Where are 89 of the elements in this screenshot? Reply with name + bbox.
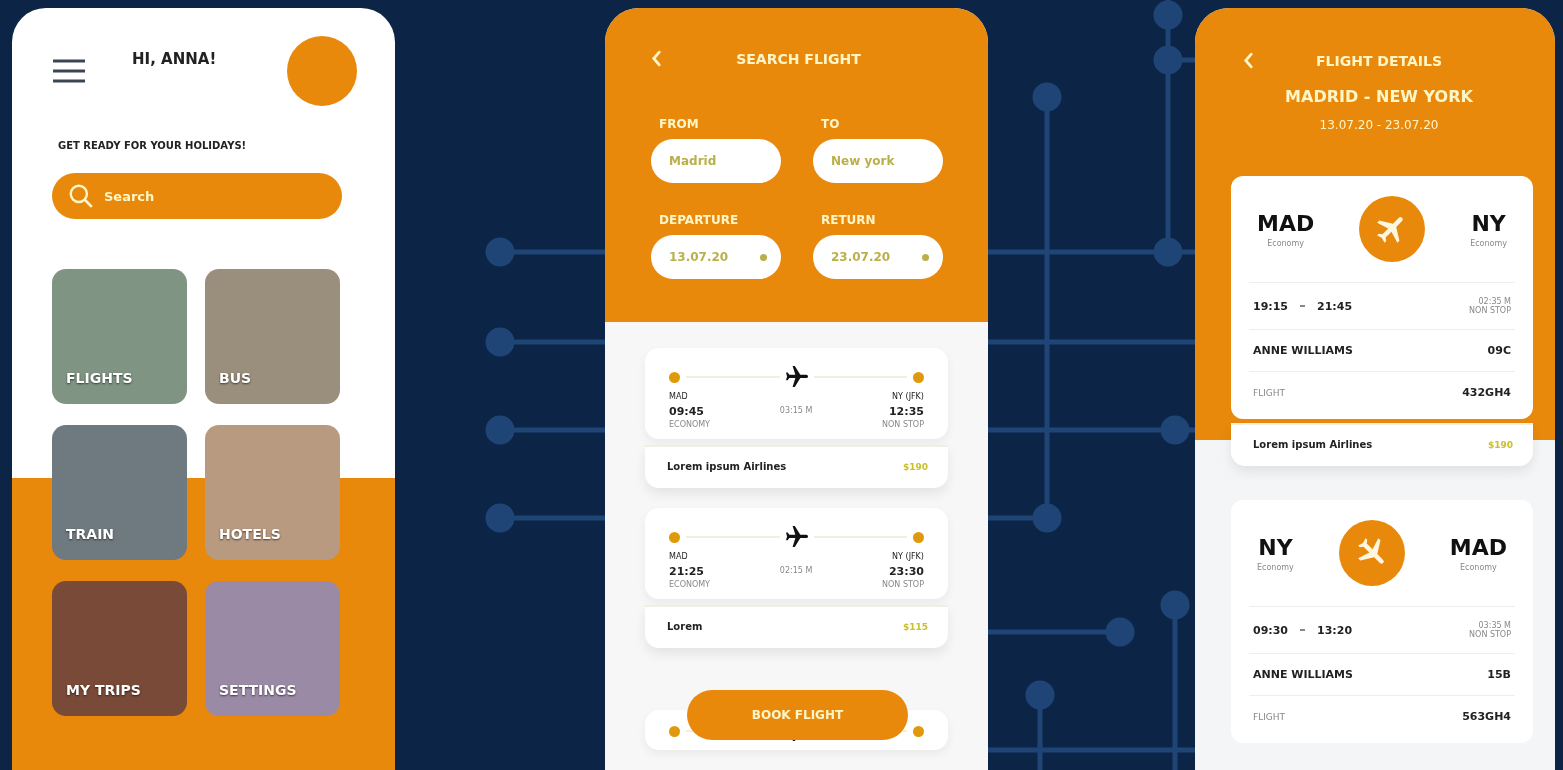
passenger-name: ANNE WILLIAMS <box>1253 668 1353 681</box>
category-tile[interactable]: MY TRIPS <box>52 581 187 716</box>
airport-code: MAD <box>669 392 689 401</box>
origin-dot <box>669 531 680 543</box>
airline-name: Lorem <box>667 621 703 632</box>
dash-icon <box>1300 305 1305 307</box>
destination-dot <box>913 371 924 383</box>
flight-card[interactable]: MAD 09:45 ECONOMY 03:15 M NY (JFK) 12:35 NON STOP <box>645 348 948 439</box>
stops-text: NON STOP <box>882 580 924 589</box>
price-text: $115 <box>902 621 928 632</box>
flight-number: 563GH4 <box>1462 710 1511 723</box>
field-label: TO <box>820 117 841 131</box>
back-icon[interactable] <box>1243 52 1254 69</box>
class-text: ECONOMY <box>669 580 710 589</box>
plane-badge-icon <box>1338 520 1405 586</box>
duration-text: 02:15 M <box>779 566 813 575</box>
flight-label: FLIGHT <box>1253 387 1286 398</box>
input-field[interactable]: New york <box>813 139 943 183</box>
menu-icon[interactable] <box>52 58 86 84</box>
class-text: Economy <box>1459 562 1498 572</box>
flight-number: 432GH4 <box>1462 386 1511 399</box>
destination-dot <box>913 725 924 737</box>
stops-text: NON STOP <box>1469 306 1511 315</box>
arrival-time: 12:35 <box>887 405 924 418</box>
date-range-text: 13.07.20 - 23.07.20 <box>1318 118 1440 132</box>
airport-code: NY (JFK) <box>891 392 924 401</box>
arrival-time: 13:20 <box>1317 623 1353 637</box>
arrival-time: 23:30 <box>887 565 924 578</box>
category-tile[interactable]: HOTELS <box>205 425 340 560</box>
departure-time: 21:25 <box>669 565 705 578</box>
input-field[interactable]: Madrid <box>651 139 781 183</box>
plane-icon <box>785 366 808 388</box>
price-text: $190 <box>1487 439 1513 450</box>
departure-time: 09:45 <box>669 405 705 418</box>
airport-code: NY <box>1257 534 1294 560</box>
passenger-name: ANNE WILLIAMS <box>1253 344 1353 357</box>
airport-code: MAD <box>1449 534 1507 560</box>
category-tile[interactable]: SETTINGS <box>205 581 340 716</box>
category-label: TRAIN <box>66 526 115 542</box>
field-label: RETURN <box>820 213 877 227</box>
class-text: Economy <box>1266 238 1305 248</box>
dash-icon <box>1300 629 1305 631</box>
class-text: ECONOMY <box>669 420 710 429</box>
field-label: FROM <box>658 117 700 131</box>
arrival-time: 21:45 <box>1317 299 1353 313</box>
stops-text: NON STOP <box>882 420 924 429</box>
flight-label: FLIGHT <box>1253 711 1286 722</box>
stops-text: NON STOP <box>1469 630 1511 639</box>
category-tile[interactable]: FLIGHTS <box>52 269 187 404</box>
category-label: BUS <box>219 370 252 386</box>
origin-dot <box>669 725 680 737</box>
origin-dot <box>669 371 680 383</box>
category-tile[interactable]: BUS <box>205 269 340 404</box>
input-field[interactable]: 23.07.20 <box>813 235 943 279</box>
search-field[interactable]: Search <box>52 173 342 219</box>
screen-title: FLIGHT DETAILS <box>1315 52 1443 69</box>
plane-badge-icon <box>1359 196 1426 262</box>
category-label: SETTINGS <box>219 682 297 698</box>
destination-dot <box>913 531 924 543</box>
category-label: MY TRIPS <box>66 682 141 698</box>
greeting-text: HI, ANNA! <box>132 50 218 68</box>
screen-title: SEARCH FLIGHT <box>735 50 862 67</box>
category-tile[interactable]: TRAIN <box>52 425 187 560</box>
departure-time: 09:30 <box>1253 623 1288 637</box>
class-text: Economy <box>1257 562 1294 572</box>
seat-text: 09C <box>1487 344 1511 357</box>
category-label: FLIGHTS <box>66 370 133 386</box>
duration-text: 03:35 M <box>1477 621 1511 630</box>
seat-text: 15B <box>1487 668 1511 681</box>
airport-code: MAD <box>1257 210 1315 236</box>
airport-code: NY <box>1470 210 1507 236</box>
duration-text: 02:35 M <box>1477 297 1511 306</box>
airport-code: MAD <box>669 552 689 561</box>
book-flight-button[interactable]: BOOK FLIGHT <box>687 690 908 740</box>
tagline-text: GET READY FOR YOUR HOLIDAYS! <box>58 140 248 151</box>
back-icon[interactable] <box>651 50 662 67</box>
duration-text: 03:15 M <box>779 406 813 415</box>
input-field[interactable]: 13.07.20 <box>651 235 781 279</box>
airline-name: Lorem ipsum Airlines <box>1253 439 1373 450</box>
departure-time: 19:15 <box>1253 299 1288 313</box>
airline-name: Lorem ipsum Airlines <box>667 461 787 472</box>
field-label: DEPARTURE <box>658 213 740 227</box>
airport-code: NY (JFK) <box>891 552 924 561</box>
category-label: HOTELS <box>219 526 281 542</box>
plane-icon <box>785 526 808 548</box>
price-text: $190 <box>902 461 928 472</box>
flight-card[interactable]: MAD 21:25 ECONOMY 02:15 M NY (JFK) 23:30 NON STOP <box>645 508 948 599</box>
class-text: Economy <box>1470 238 1507 248</box>
route-title: MADRID - NEW YORK <box>1284 87 1474 106</box>
